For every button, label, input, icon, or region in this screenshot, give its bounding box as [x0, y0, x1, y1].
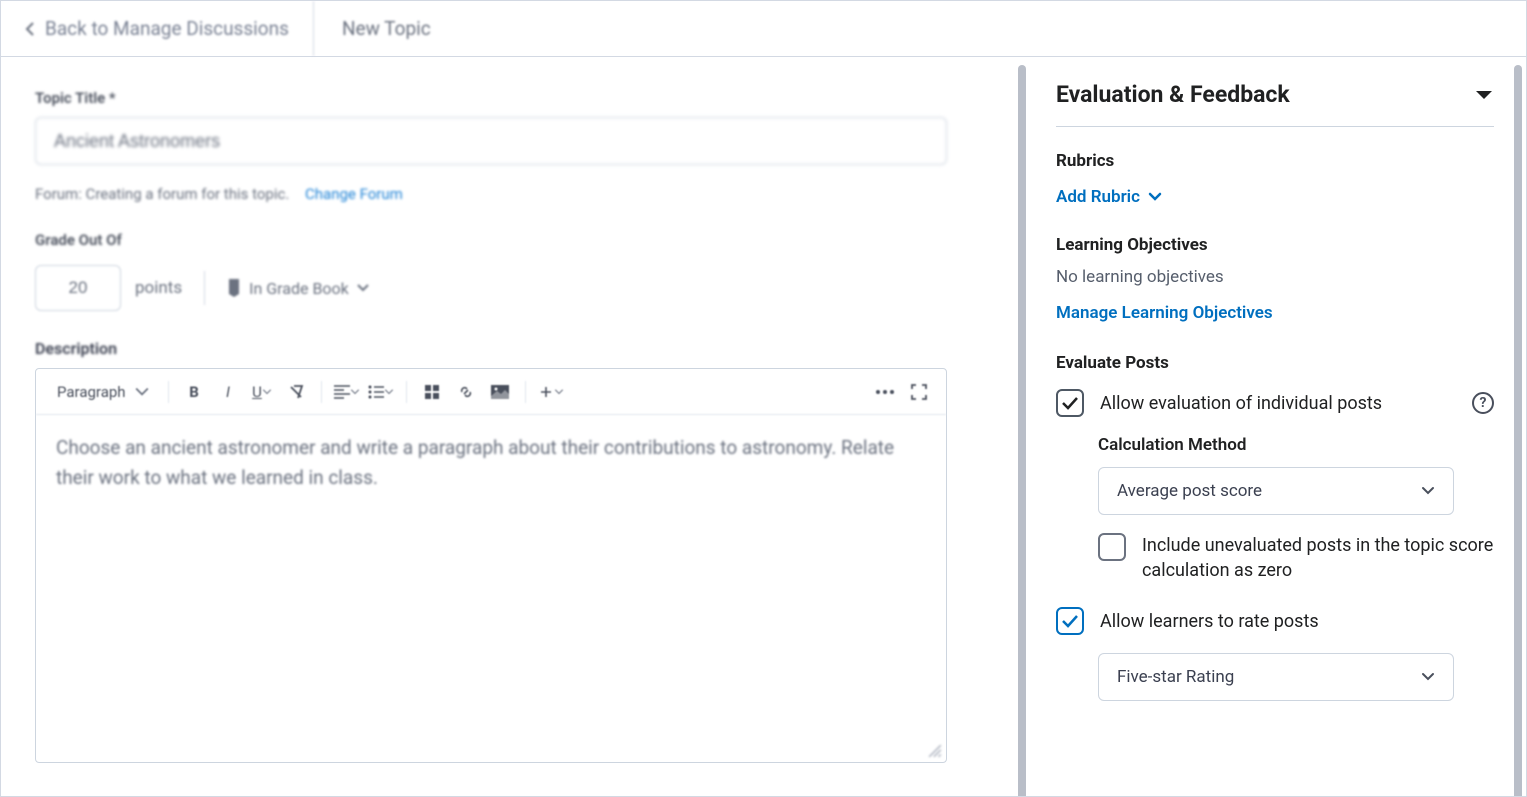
learning-objectives-label: Learning Objectives: [1056, 235, 1494, 255]
chevron-down-icon: [1148, 192, 1162, 202]
separator: [525, 381, 526, 403]
overflow-button[interactable]: [870, 377, 900, 407]
page-title: New Topic: [314, 1, 459, 56]
app-frame: Back to Manage Discussions New Topic Top…: [0, 0, 1527, 797]
left-scrollbar[interactable]: [1018, 65, 1026, 796]
grade-points-input[interactable]: [35, 265, 121, 311]
manage-objectives-link[interactable]: Manage Learning Objectives: [1056, 303, 1273, 323]
image-icon: [491, 385, 509, 399]
insert-stuff-button[interactable]: [417, 377, 447, 407]
collapse-caret-icon: [1474, 89, 1494, 101]
forum-info: Forum: Creating a forum for this topic. …: [35, 185, 988, 203]
evaluate-posts-label: Evaluate Posts: [1056, 353, 1494, 373]
change-forum-link[interactable]: Change Forum: [305, 185, 403, 203]
separator: [321, 381, 322, 403]
include-unevaluated-label: Include unevaluated posts in the topic s…: [1142, 533, 1494, 583]
allow-rate-row: Allow learners to rate posts: [1056, 607, 1494, 635]
add-rubric-link[interactable]: Add Rubric: [1056, 187, 1162, 207]
align-button[interactable]: [332, 377, 362, 407]
italic-button[interactable]: I: [213, 377, 243, 407]
separator: [406, 381, 407, 403]
calc-method-value: Average post score: [1117, 481, 1262, 501]
clear-format-icon: [288, 384, 304, 400]
rating-value: Five-star Rating: [1117, 667, 1234, 687]
calc-method-select[interactable]: Average post score: [1098, 467, 1454, 515]
panel-title: Evaluation & Feedback: [1056, 81, 1290, 108]
insert-stuff-icon: [424, 384, 440, 400]
paragraph-style-dropdown[interactable]: Paragraph: [48, 377, 158, 407]
clear-format-button[interactable]: [281, 377, 311, 407]
points-label: points: [135, 278, 182, 298]
topic-title-input[interactable]: [35, 117, 947, 165]
topbar: Back to Manage Discussions New Topic: [1, 1, 1526, 57]
resize-grip-icon[interactable]: [928, 744, 942, 758]
chevron-down-icon: [554, 389, 564, 395]
plus-icon: [538, 384, 554, 400]
panel-header[interactable]: Evaluation & Feedback: [1056, 81, 1494, 127]
link-icon: [458, 384, 474, 400]
allow-evaluation-label: Allow evaluation of individual posts: [1100, 393, 1382, 414]
main-area: Topic Title * Forum: Creating a forum fo…: [1, 57, 1526, 796]
allow-evaluation-row: Allow evaluation of individual posts ?: [1056, 389, 1494, 417]
editor-textarea[interactable]: Choose an ancient astronomer and write a…: [36, 415, 946, 762]
in-gradebook-button[interactable]: In Grade Book: [227, 279, 369, 298]
no-objectives-text: No learning objectives: [1056, 267, 1494, 287]
chevron-down-icon: [384, 389, 394, 395]
chevron-down-icon: [262, 389, 272, 395]
chevron-down-icon: [1421, 484, 1435, 498]
gradebook-icon: [227, 279, 241, 297]
description-label: Description: [35, 339, 988, 358]
back-link[interactable]: Back to Manage Discussions: [1, 1, 314, 56]
rubrics-label: Rubrics: [1056, 151, 1494, 171]
description-text: Choose an ancient astronomer and write a…: [56, 436, 894, 489]
fullscreen-icon: [911, 384, 927, 400]
calc-method-label: Calculation Method: [1098, 435, 1494, 455]
list-icon: [368, 385, 384, 399]
link-button[interactable]: [451, 377, 481, 407]
list-button[interactable]: [366, 377, 396, 407]
fullscreen-button[interactable]: [904, 377, 934, 407]
right-scrollbar[interactable]: [1514, 65, 1522, 796]
chevron-down-icon: [1421, 670, 1435, 684]
separator: [204, 271, 205, 305]
editor-toolbar: Paragraph B I U: [36, 369, 946, 415]
chevron-down-icon: [350, 389, 360, 395]
left-pane: Topic Title * Forum: Creating a forum fo…: [1, 57, 1018, 796]
allow-evaluation-checkbox[interactable]: [1056, 389, 1084, 417]
forum-text: Forum: Creating a forum for this topic.: [35, 185, 289, 203]
more-button[interactable]: [536, 377, 566, 407]
include-unevaluated-row: Include unevaluated posts in the topic s…: [1098, 533, 1494, 583]
back-label: Back to Manage Discussions: [45, 17, 289, 40]
rating-scheme-select[interactable]: Five-star Rating: [1098, 653, 1454, 701]
align-icon: [334, 385, 350, 399]
include-unevaluated-checkbox[interactable]: [1098, 533, 1126, 561]
image-button[interactable]: [485, 377, 515, 407]
check-icon: [1061, 396, 1079, 410]
grade-row: points In Grade Book: [35, 265, 988, 311]
help-icon[interactable]: ?: [1472, 392, 1494, 414]
bold-button[interactable]: B: [179, 377, 209, 407]
check-icon: [1061, 614, 1079, 628]
chevron-left-icon: [25, 21, 35, 37]
separator: [168, 381, 169, 403]
underline-button[interactable]: U: [247, 377, 277, 407]
ellipsis-icon: [876, 390, 894, 394]
chevron-down-icon: [135, 385, 149, 399]
right-panel: Evaluation & Feedback Rubrics Add Rubric…: [1026, 57, 1526, 796]
description-editor: Paragraph B I U: [35, 368, 947, 763]
in-gradebook-label: In Grade Book: [249, 279, 349, 298]
allow-rate-checkbox[interactable]: [1056, 607, 1084, 635]
add-rubric-label: Add Rubric: [1056, 187, 1140, 207]
allow-rate-label: Allow learners to rate posts: [1100, 611, 1319, 632]
chevron-down-icon: [357, 284, 369, 292]
paragraph-label: Paragraph: [57, 383, 126, 401]
grade-label: Grade Out Of: [35, 231, 988, 249]
topic-title-label: Topic Title *: [35, 89, 988, 107]
